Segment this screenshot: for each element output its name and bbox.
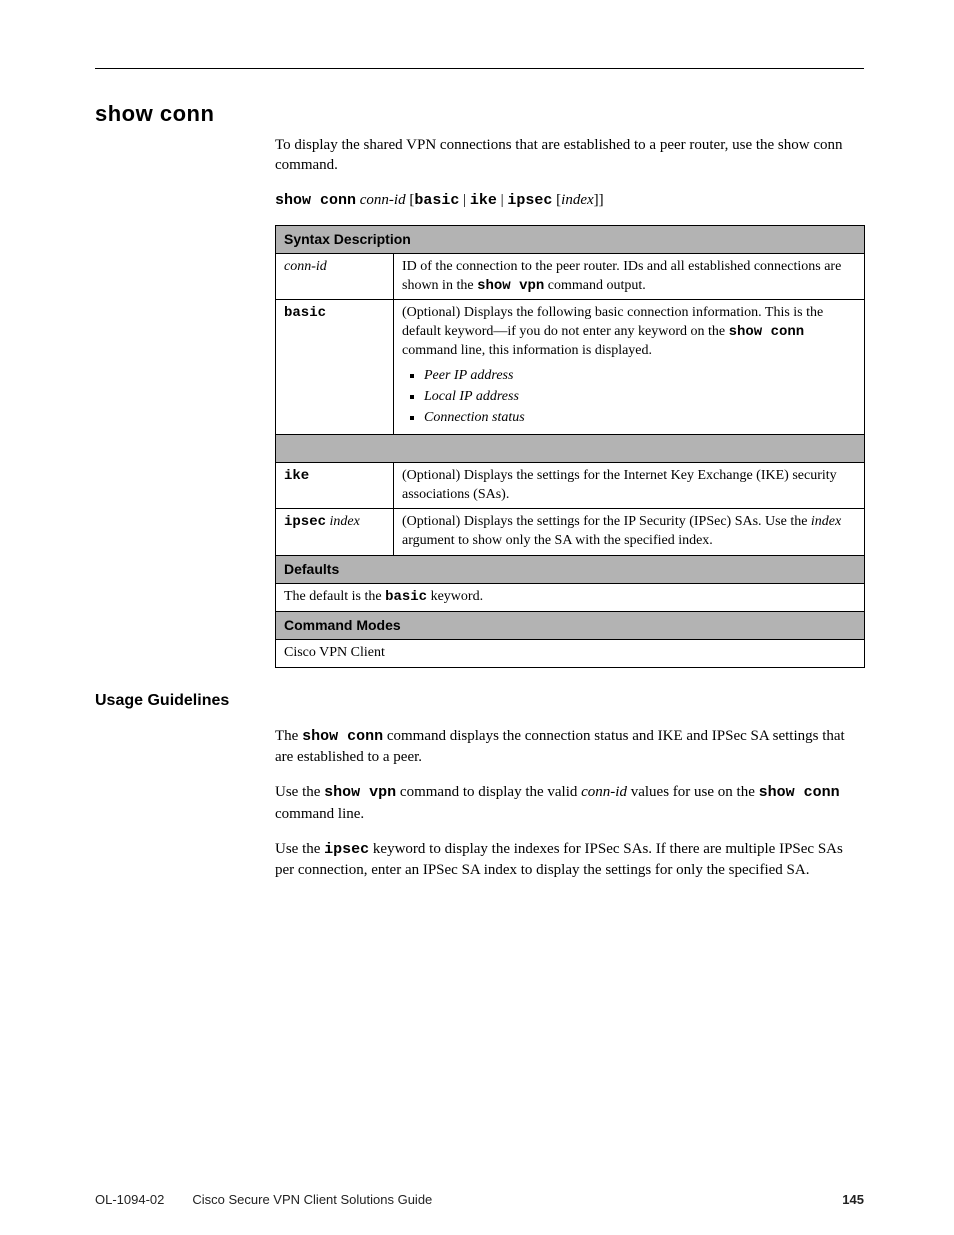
footer-ol: OL-1094-02 [95,1192,164,1207]
usage-p3: Use the ipsec keyword to display the ind… [275,839,864,882]
row-basic: basic (Optional) Displays the following … [276,300,864,434]
p1-a: The [275,728,302,744]
p2-c: values for use on the [627,784,759,800]
footer-page-number: 145 [842,1192,864,1207]
intro-paragraph: To display the shared VPN connections th… [275,135,864,176]
kw-ike: ike [470,192,497,209]
p3-cmd: ipsec [324,841,369,858]
connid-desc-b: command output. [544,278,646,293]
row-modes-header: Command Modes [276,612,864,640]
sep2: | [497,192,508,208]
p2-b: command to display the valid [396,784,581,800]
usage-p1: The show conn command displays the conne… [275,726,864,769]
arg-index: index [561,192,593,208]
intro-text: To display the shared VPN connections th… [275,137,843,173]
basic-desc-b: command line, this information is displa… [402,343,652,358]
usage-guidelines-body: The show conn command displays the conne… [275,726,864,882]
defaults-text-a: The default is the [284,589,385,604]
p3-a: Use the [275,841,324,857]
row-modes: Cisco VPN Client [276,640,864,668]
basic-bullets: Peer IP address Local IP address Connect… [402,367,856,428]
ipsec-kw: ipsec [284,514,326,530]
p2-d: command line. [275,806,364,822]
arg-ipsec-cell: ipsec index [276,509,394,555]
kw-basic: basic [414,192,459,209]
spacer-cell [276,435,864,462]
sep1: | [459,192,470,208]
desc-basic: (Optional) Displays the following basic … [394,300,864,433]
modes-header-cell: Command Modes [276,612,864,639]
ipsec-desc-a: (Optional) Displays the settings for the… [402,514,811,529]
command-title: show conn [95,101,864,127]
row-defaults-header: Defaults [276,556,864,584]
options-table: Syntax Description conn-id ID of the con… [275,225,865,668]
p2-cmd2: show conn [759,784,840,801]
row-ike-header-spacer [276,435,864,463]
p2-ital: conn-id [581,784,627,800]
bullet-conn-status: Connection status [424,409,856,428]
arg-basic-cell: basic [276,300,394,433]
defaults-text-b: keyword. [427,589,483,604]
kw-ipsec: ipsec [507,192,552,209]
p2-cmd1: show vpn [324,784,396,801]
p1-cmd: show conn [302,728,383,745]
row-ipsec: ipsec index (Optional) Displays the sett… [276,509,864,556]
arg-connid-cell: conn-id [276,254,394,300]
ipsec-index: index [330,514,360,529]
desc-ipsec: (Optional) Displays the settings for the… [394,509,864,555]
syntax-line: show conn conn-id [basic | ike | ipsec [… [275,190,864,211]
usage-p2: Use the show vpn command to display the … [275,782,864,825]
syntax-header-cell: Syntax Description [276,226,864,253]
row-ike: ike (Optional) Displays the settings for… [276,463,864,510]
connid-desc-cmd: show vpn [477,278,544,294]
arg-connid: conn-id [360,192,406,208]
usage-guidelines-title: Usage Guidelines [95,692,864,710]
arg-ike-cell: ike [276,463,394,509]
row-connid: conn-id ID of the connection to the peer… [276,254,864,301]
modes-cell: Cisco VPN Client [276,640,864,667]
page-footer: OL-1094-02 Cisco Secure VPN Client Solut… [95,1192,864,1207]
page: show conn To display the shared VPN conn… [0,0,954,1235]
row-syntax-header: Syntax Description [276,226,864,254]
cmd-name: show conn [275,192,356,209]
desc-connid: ID of the connection to the peer router.… [394,254,864,300]
ipsec-desc-b: argument to show only the SA with the sp… [402,533,713,548]
row-defaults: The default is the basic keyword. [276,584,864,612]
footer-manual: Cisco Secure VPN Client Solutions Guide [192,1192,432,1207]
defaults-kw: basic [385,589,427,605]
defaults-header-cell: Defaults [276,556,864,583]
basic-desc-cmd: show conn [729,324,805,340]
ipsec-desc-ital: index [811,514,841,529]
bullet-peer-ip: Peer IP address [424,367,856,386]
p2-a: Use the [275,784,324,800]
bullet-local-ip: Local IP address [424,388,856,407]
header-rule [95,68,864,69]
desc-ike: (Optional) Displays the settings for the… [394,463,864,509]
defaults-cell: The default is the basic keyword. [276,584,864,611]
